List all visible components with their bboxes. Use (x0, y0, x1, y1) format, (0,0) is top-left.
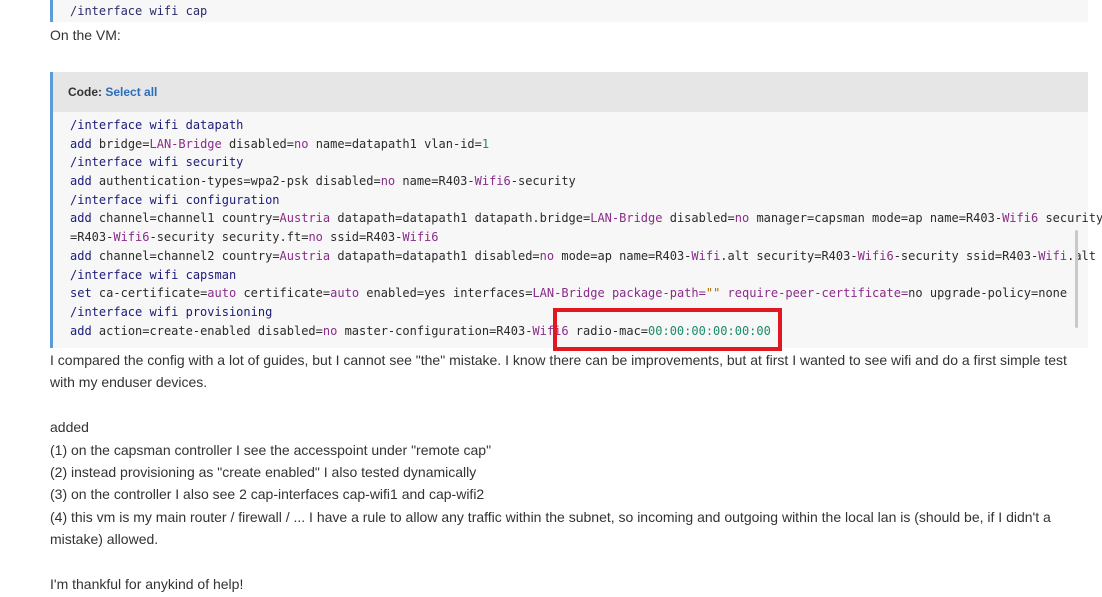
select-all-link[interactable]: Select all (105, 85, 157, 99)
code-line: /interface wifi provisioning (70, 304, 273, 319)
code-line: add bridge=LAN-Bridge disabled=no name=d… (70, 136, 490, 151)
code-body[interactable]: /interface wifi datapath add bridge=LAN-… (70, 116, 1102, 340)
intro-text: On the VM: (50, 27, 121, 43)
added-item-2: (2) instead provisioning as "create enab… (50, 464, 477, 480)
closing-text: I'm thankful for anykind of help! (50, 576, 244, 592)
code-scrollbar[interactable] (1075, 230, 1078, 328)
paragraph-1: I compared the config with a lot of guid… (50, 352, 1067, 390)
code-line: add channel=channel1 country=Austria dat… (70, 211, 1102, 226)
code-block: Code: Select all /interface wifi datapat… (50, 72, 1102, 348)
code-line: /interface wifi datapath (70, 118, 244, 132)
code-line: =R403-Wifi6-security security.ft=no ssid… (70, 230, 439, 245)
added-item-3: (3) on the controller I also see 2 cap-i… (50, 486, 485, 502)
code-header: Code: Select all (53, 72, 1088, 112)
code-label: Code: (68, 85, 102, 99)
code-line: /interface wifi configuration (70, 192, 280, 207)
code-line: add authentication-types=wpa2-psk disabl… (70, 174, 576, 189)
previous-code-line: /interface wifi cap (70, 4, 208, 18)
added-item-4: (4) this vm is my main router / firewall… (50, 509, 1051, 547)
code-line: set ca-certificate=auto certificate=auto… (70, 286, 1068, 301)
added-item-1: (1) on the capsman controller I see the … (50, 442, 492, 458)
code-line: add channel=channel2 country=Austria dat… (70, 248, 1097, 263)
code-line: add action=create-enabled disabled=no ma… (70, 323, 771, 338)
previous-code-block: /interface wifi cap (50, 0, 1088, 22)
added-label: added (50, 419, 89, 435)
code-line: /interface wifi capsman (70, 267, 237, 282)
code-line: /interface wifi security (70, 155, 244, 170)
